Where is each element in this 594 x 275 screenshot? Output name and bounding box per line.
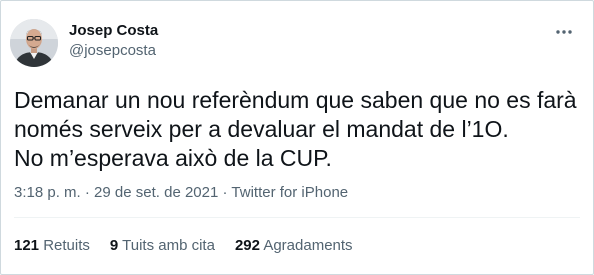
divider [14,217,580,218]
quotes-count: 9 [109,237,119,254]
engagement-stats: 121 Retuits 9 Tuits amb cita 292 Agradam… [14,236,353,256]
likes-label: Agradaments [263,237,353,254]
tweet-date[interactable]: 29 de set. de 2021 [94,184,218,201]
quotes-label: Tuits amb cita [122,237,215,254]
tweet-line: només serveix per a devaluar el mandat d… [14,116,509,142]
tweet-source[interactable]: Twitter for iPhone [231,184,348,201]
retweets-label: Retuits [43,237,90,254]
retweets-count: 121 [14,237,40,254]
tweet-text: Demanar un nou referèndum que saben que … [14,86,584,173]
tweet-line: No m’esperava això de la CUP. [14,145,332,171]
retweets-stat[interactable]: 121 Retuits [14,236,90,256]
meta-separator: · [84,184,90,201]
meta-separator: · [222,184,228,201]
tweet-time[interactable]: 3:18 p. m. [14,184,81,201]
more-options-button[interactable] [551,23,577,41]
tweet-card: Josep Costa @josepcosta Demanar un nou r… [0,0,594,275]
tweet-line: Demanar un nou referèndum que saben que … [14,87,577,113]
avatar[interactable] [10,19,58,67]
avatar-photo [10,19,58,67]
quotes-stat[interactable]: 9 Tuits amb cita [110,236,215,256]
likes-stat[interactable]: 292 Agradaments [235,236,353,256]
display-name[interactable]: Josep Costa [69,21,158,41]
tweet-meta: 3:18 p. m. · 29 de set. de 2021 · Twitte… [14,183,348,203]
user-handle[interactable]: @josepcosta [69,41,158,61]
likes-count: 292 [234,237,260,254]
more-horizontal-icon [556,30,572,34]
author-names: Josep Costa @josepcosta [69,21,158,61]
